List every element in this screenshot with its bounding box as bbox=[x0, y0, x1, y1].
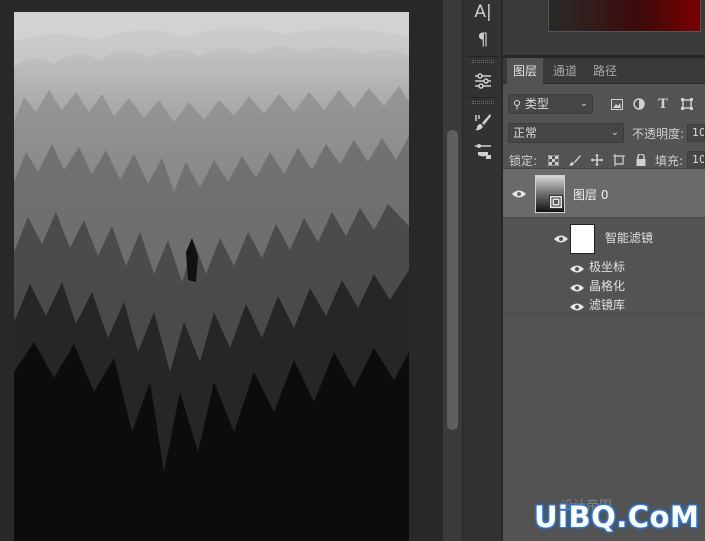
chevron-down-icon: ⌄ bbox=[610, 127, 619, 138]
type-filter-icon[interactable]: T bbox=[655, 94, 671, 114]
filter-polar-coordinates[interactable]: 极坐标 bbox=[589, 258, 625, 275]
blend-row: 正常 ⌄ 不透明度: 100 bbox=[503, 123, 705, 143]
image-filter-icon[interactable] bbox=[609, 94, 625, 114]
paragraph-panel-button[interactable]: ¶ bbox=[471, 28, 495, 52]
lock-transparent-pixels-icon[interactable] bbox=[546, 152, 560, 168]
panel-group-grip[interactable] bbox=[472, 60, 494, 63]
sliders-icon bbox=[475, 73, 491, 89]
layer-kind-dropdown[interactable]: ⚲ 类型 ⌄ bbox=[508, 94, 593, 114]
opacity-input[interactable]: 100 bbox=[687, 124, 705, 142]
smart-filters-label[interactable]: 智能滤镜 bbox=[605, 229, 653, 246]
lock-position-icon[interactable] bbox=[590, 152, 604, 168]
toolstrip-divider bbox=[467, 56, 499, 57]
toolstrip-divider bbox=[467, 97, 499, 98]
eye-icon[interactable] bbox=[570, 302, 584, 312]
lock-label: 锁定: bbox=[509, 154, 538, 168]
eye-icon[interactable] bbox=[512, 189, 526, 199]
smart-filter-mask-thumbnail[interactable] bbox=[570, 224, 595, 254]
lock-image-pixels-icon[interactable] bbox=[568, 152, 582, 168]
smart-object-badge-icon bbox=[549, 195, 563, 209]
adjustment-filter-icon[interactable] bbox=[631, 94, 647, 114]
layer-kind-value: 类型 bbox=[524, 97, 549, 111]
tab-layers[interactable]: 图层 bbox=[507, 58, 544, 84]
chevron-down-icon: ⌄ bbox=[579, 98, 588, 109]
brush-panel-button[interactable] bbox=[471, 110, 495, 134]
eye-icon[interactable] bbox=[570, 283, 584, 293]
tab-paths[interactable]: 路径 bbox=[587, 58, 623, 84]
opacity-label: 不透明度: bbox=[632, 127, 685, 141]
layers-panel: 图层 通道 路径 ⚲ 类型 ⌄ T 正常 ⌄ 不透明度: 100 锁定: bbox=[503, 58, 705, 541]
character-panel-button[interactable]: A| bbox=[471, 0, 495, 24]
panel-group-grip[interactable] bbox=[472, 101, 494, 104]
lock-all-icon[interactable] bbox=[634, 152, 648, 168]
scrollbar-thumb[interactable] bbox=[447, 130, 458, 430]
layer-name[interactable]: 图层 0 bbox=[573, 186, 608, 203]
lock-row: 锁定: 填充: 100 bbox=[503, 151, 705, 169]
fill-label: 填充: bbox=[655, 154, 684, 168]
eye-icon[interactable] bbox=[570, 264, 584, 274]
paragraph-icon: ¶ bbox=[477, 30, 489, 50]
eye-icon[interactable] bbox=[554, 234, 568, 244]
canvas-area[interactable] bbox=[0, 0, 443, 541]
panel-tabbar: 图层 通道 路径 bbox=[503, 58, 705, 84]
type-tool-icon: A| bbox=[474, 2, 492, 22]
brush-icon bbox=[475, 114, 491, 131]
brush-settings-button[interactable] bbox=[471, 139, 495, 163]
lock-artboard-icon[interactable] bbox=[612, 152, 626, 168]
brush-settings-icon bbox=[475, 144, 491, 159]
adjustments-panel-button[interactable] bbox=[471, 69, 495, 93]
color-panel bbox=[503, 0, 705, 55]
search-icon: ⚲ bbox=[513, 98, 522, 111]
filter-gallery[interactable]: 滤镜库 bbox=[589, 296, 625, 313]
document-canvas[interactable] bbox=[14, 12, 409, 541]
panel-dock-strip: A| ¶ bbox=[462, 0, 502, 541]
shape-filter-icon[interactable] bbox=[679, 94, 695, 114]
watermark-logo: UiBQ.CoM bbox=[534, 500, 700, 534]
layer-filter-row: ⚲ 类型 ⌄ T bbox=[503, 94, 705, 114]
canvas-artwork bbox=[14, 12, 409, 541]
blend-mode-value: 正常 bbox=[513, 126, 538, 140]
color-picker-field[interactable] bbox=[548, 0, 701, 32]
layer-row[interactable]: 图层 0 bbox=[503, 168, 705, 218]
blend-mode-dropdown[interactable]: 正常 ⌄ bbox=[508, 123, 624, 143]
tab-channels[interactable]: 通道 bbox=[547, 58, 583, 84]
fill-input[interactable]: 100 bbox=[687, 151, 705, 169]
filter-crystallize[interactable]: 晶格化 bbox=[589, 277, 625, 294]
